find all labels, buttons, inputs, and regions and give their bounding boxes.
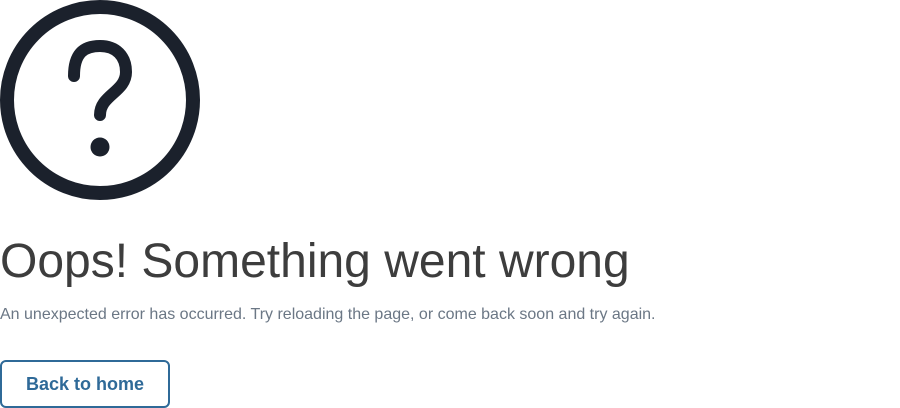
error-page: Oops! Something went wrong An unexpected…: [0, 0, 900, 408]
error-title: Oops! Something went wrong: [0, 235, 630, 288]
question-mark-circle-icon: [0, 0, 200, 200]
back-to-home-button[interactable]: Back to home: [0, 360, 170, 408]
error-message: An unexpected error has occurred. Try re…: [0, 306, 656, 323]
